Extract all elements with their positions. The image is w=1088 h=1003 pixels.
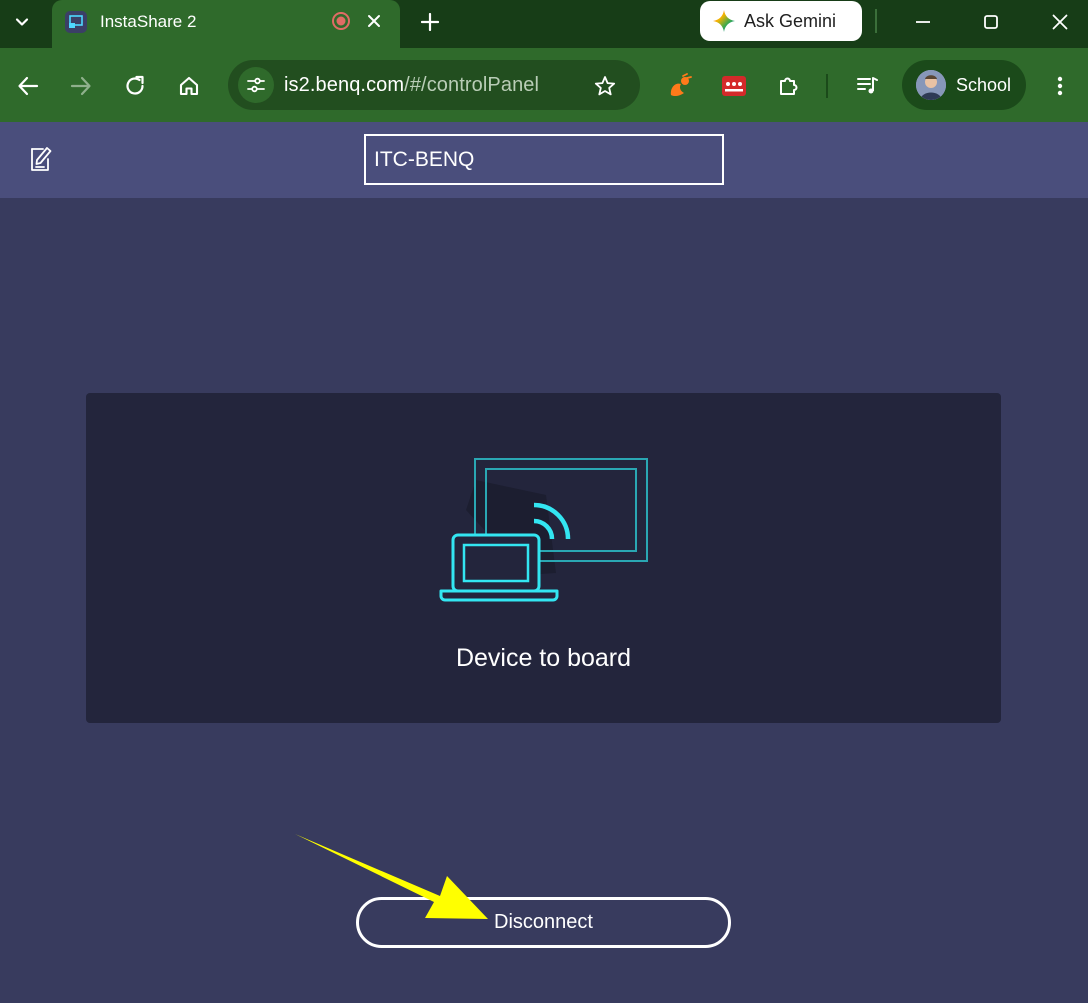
new-tab-button[interactable] [416, 8, 444, 36]
tab-search-dropdown[interactable] [0, 0, 44, 44]
close-icon [368, 15, 380, 27]
recording-indicator-icon [332, 12, 350, 30]
avatar [916, 70, 946, 100]
url-path: /#/controlPanel [404, 74, 540, 96]
maximize-button[interactable] [976, 7, 1006, 37]
tab-strip: InstaShare 2 Ask Gemini [0, 0, 1088, 48]
tab-title: InstaShare 2 [100, 12, 197, 31]
more-icon [1057, 76, 1063, 96]
browser-toolbar: is2.benq.com/#/controlPanel School [0, 48, 1088, 122]
puzzle-icon [780, 77, 798, 95]
disconnect-button[interactable]: Disconnect [356, 897, 731, 948]
url-text[interactable]: is2.benq.com/#/controlPanel [284, 74, 539, 97]
tune-icon [247, 77, 265, 93]
forward-button[interactable] [67, 72, 95, 100]
media-queue-icon [857, 77, 878, 94]
site-info-button[interactable] [238, 67, 274, 103]
home-button[interactable] [175, 72, 203, 100]
gemini-label: Ask Gemini [744, 10, 837, 31]
address-bar[interactable]: is2.benq.com/#/controlPanel [228, 60, 640, 110]
bookmark-button[interactable] [592, 73, 618, 99]
tab-close-button[interactable] [362, 9, 386, 33]
chevron-down-icon [15, 18, 29, 26]
reload-icon [126, 75, 144, 95]
forward-icon [70, 76, 91, 96]
back-button[interactable] [14, 72, 42, 100]
maximize-icon [984, 15, 998, 29]
gemini-sparkle-icon [713, 10, 735, 32]
extension-button[interactable] [720, 72, 748, 100]
star-icon [594, 76, 616, 96]
minimize-button[interactable] [908, 7, 938, 37]
instashare-favicon [65, 11, 87, 33]
browser-menu-button[interactable] [1046, 72, 1074, 100]
active-tab[interactable]: InstaShare 2 [52, 0, 400, 48]
device-to-board-icon [439, 458, 648, 602]
minimize-icon [916, 21, 930, 23]
home-icon [179, 76, 199, 96]
squirrel-extension-icon [670, 73, 692, 97]
password-extension-icon [722, 76, 746, 96]
media-control-button[interactable] [854, 72, 882, 100]
divider [826, 74, 828, 98]
profile-button[interactable]: School [902, 60, 1026, 110]
device-name-field[interactable] [364, 134, 724, 185]
extension-button[interactable] [666, 72, 694, 100]
plus-icon [421, 13, 439, 31]
extensions-menu-button[interactable] [775, 72, 803, 100]
device-to-board-card[interactable]: Device to board [86, 393, 1001, 723]
window-close-button[interactable] [1045, 7, 1075, 37]
reload-button[interactable] [121, 72, 149, 100]
card-label: Device to board [455, 644, 632, 672]
edit-icon[interactable] [28, 144, 56, 174]
ask-gemini-button[interactable]: Ask Gemini [700, 1, 862, 41]
profile-name: School [956, 74, 1012, 95]
app-header [0, 122, 1088, 198]
back-icon [18, 76, 39, 96]
close-icon [1052, 14, 1068, 30]
url-host: is2.benq.com [284, 74, 405, 96]
divider [875, 9, 877, 33]
